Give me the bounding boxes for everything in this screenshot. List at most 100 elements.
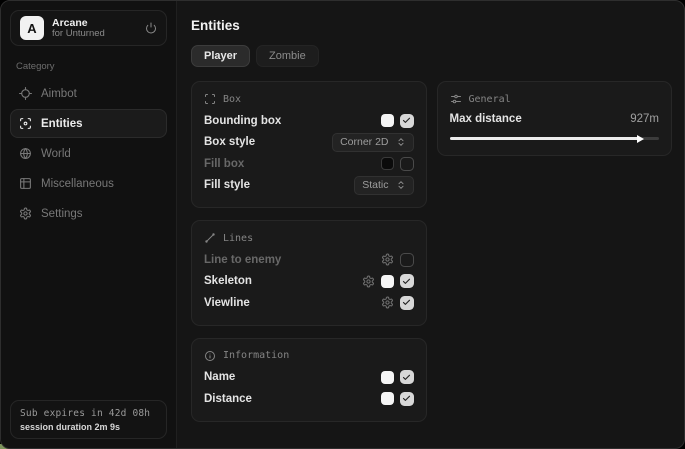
crosshair-icon bbox=[19, 87, 32, 100]
row-name: Name bbox=[204, 367, 414, 389]
box-select-icon bbox=[204, 93, 216, 105]
left-column: Box Bounding box Box style Corne bbox=[191, 81, 427, 422]
viewline-label: Viewline bbox=[204, 297, 250, 309]
lines-card-title: Lines bbox=[223, 233, 253, 244]
power-icon[interactable] bbox=[145, 22, 157, 34]
logo-card: A Arcane for Unturned bbox=[10, 10, 167, 46]
sidebar-item-label: Settings bbox=[41, 208, 83, 220]
arcane-window: A Arcane for Unturned Category Aimbot En… bbox=[0, 0, 685, 449]
general-card-title: General bbox=[469, 94, 511, 105]
sidebar: A Arcane for Unturned Category Aimbot En… bbox=[1, 1, 177, 448]
globe-icon bbox=[19, 147, 32, 160]
logo-text: Arcane for Unturned bbox=[52, 17, 105, 40]
right-column: General Max distance 927m bbox=[437, 81, 673, 156]
content-columns: Box Bounding box Box style Corne bbox=[191, 81, 672, 422]
fill-style-label: Fill style bbox=[204, 179, 250, 191]
distance-checkbox[interactable] bbox=[400, 392, 414, 406]
sidebar-item-world[interactable]: World bbox=[10, 139, 167, 168]
name-color-swatch[interactable] bbox=[381, 371, 394, 384]
category-label: Category bbox=[16, 61, 161, 72]
fill-style-dropdown[interactable]: Static bbox=[354, 176, 413, 195]
information-card-title: Information bbox=[223, 350, 289, 361]
bounding-box-color-swatch[interactable] bbox=[381, 114, 394, 127]
sidebar-item-label: Entities bbox=[41, 118, 83, 130]
sidebar-item-entities[interactable]: Entities bbox=[10, 109, 167, 138]
sub-expires-text: Sub expires in 42d 08h bbox=[20, 408, 157, 419]
tab-player[interactable]: Player bbox=[191, 45, 250, 67]
viewline-settings-gear-icon[interactable] bbox=[381, 296, 394, 309]
name-checkbox[interactable] bbox=[400, 370, 414, 384]
chevrons-up-down-icon bbox=[396, 180, 406, 190]
check-icon bbox=[402, 116, 411, 125]
tab-zombie[interactable]: Zombie bbox=[256, 45, 319, 67]
main-panel: Entities Player Zombie Box Bounding box bbox=[177, 1, 684, 448]
distance-label: Distance bbox=[204, 393, 252, 405]
max-distance-slider-thumb[interactable] bbox=[637, 135, 644, 143]
bounding-box-label: Bounding box bbox=[204, 115, 281, 127]
line-icon bbox=[204, 232, 216, 244]
row-skeleton: Skeleton bbox=[204, 271, 414, 293]
skeleton-settings-gear-icon[interactable] bbox=[362, 275, 375, 288]
row-fill-style: Fill style Static bbox=[204, 175, 414, 197]
scan-box-icon bbox=[19, 117, 32, 130]
sidebar-item-aimbot[interactable]: Aimbot bbox=[10, 79, 167, 108]
check-icon bbox=[402, 373, 411, 382]
row-bounding-box: Bounding box bbox=[204, 110, 414, 132]
sidebar-item-miscellaneous[interactable]: Miscellaneous bbox=[10, 169, 167, 198]
lines-card: Lines Line to enemy Skeleton bbox=[191, 220, 427, 326]
gear-icon bbox=[19, 207, 32, 220]
row-fill-box: Fill box bbox=[204, 153, 414, 175]
box-card: Box Bounding box Box style Corne bbox=[191, 81, 427, 208]
sidebar-nav: Aimbot Entities World Miscellaneous Sett… bbox=[10, 79, 167, 228]
box-card-title: Box bbox=[223, 94, 241, 105]
chevrons-up-down-icon bbox=[396, 137, 406, 147]
entity-tabs: Player Zombie bbox=[191, 45, 672, 67]
layout-grid-icon bbox=[19, 177, 32, 190]
sidebar-item-label: World bbox=[41, 148, 71, 160]
box-card-header: Box bbox=[204, 93, 414, 105]
check-icon bbox=[402, 277, 411, 286]
app-logo: A bbox=[20, 16, 44, 40]
row-max-distance: Max distance 927m bbox=[450, 110, 660, 128]
row-distance: Distance bbox=[204, 388, 414, 410]
check-icon bbox=[402, 298, 411, 307]
box-style-label: Box style bbox=[204, 136, 255, 148]
max-distance-slider[interactable] bbox=[450, 137, 660, 140]
viewline-checkbox[interactable] bbox=[400, 296, 414, 310]
fill-box-color-swatch[interactable] bbox=[381, 157, 394, 170]
subscription-status-card: Sub expires in 42d 08h session duration … bbox=[10, 400, 167, 439]
fill-box-checkbox[interactable] bbox=[400, 157, 414, 171]
box-style-dropdown[interactable]: Corner 2D bbox=[332, 133, 413, 152]
sliders-icon bbox=[450, 93, 462, 105]
bounding-box-checkbox[interactable] bbox=[400, 114, 414, 128]
row-line-to-enemy: Line to enemy bbox=[204, 249, 414, 271]
fill-box-label: Fill box bbox=[204, 158, 244, 170]
line-to-enemy-settings-gear-icon[interactable] bbox=[381, 253, 394, 266]
max-distance-slider-fill bbox=[450, 137, 641, 140]
app-subtitle: for Unturned bbox=[52, 29, 105, 40]
general-card-header: General bbox=[450, 93, 660, 105]
name-label: Name bbox=[204, 371, 235, 383]
check-icon bbox=[402, 394, 411, 403]
session-duration-text: session duration 2m 9s bbox=[20, 422, 157, 432]
max-distance-value: 927m bbox=[630, 113, 659, 125]
fill-style-value: Static bbox=[362, 179, 388, 191]
distance-color-swatch[interactable] bbox=[381, 392, 394, 405]
skeleton-color-swatch[interactable] bbox=[381, 275, 394, 288]
line-to-enemy-label: Line to enemy bbox=[204, 254, 281, 266]
skeleton-label: Skeleton bbox=[204, 275, 252, 287]
info-icon bbox=[204, 350, 216, 362]
sidebar-item-label: Aimbot bbox=[41, 88, 77, 100]
sidebar-item-settings[interactable]: Settings bbox=[10, 199, 167, 228]
row-box-style: Box style Corner 2D bbox=[204, 132, 414, 154]
lines-card-header: Lines bbox=[204, 232, 414, 244]
sidebar-item-label: Miscellaneous bbox=[41, 178, 114, 190]
row-viewline: Viewline bbox=[204, 292, 414, 314]
information-card-header: Information bbox=[204, 350, 414, 362]
information-card: Information Name Distance bbox=[191, 338, 427, 422]
max-distance-label: Max distance bbox=[450, 113, 522, 125]
line-to-enemy-checkbox[interactable] bbox=[400, 253, 414, 267]
box-style-value: Corner 2D bbox=[340, 136, 388, 148]
page-title: Entities bbox=[191, 18, 672, 33]
skeleton-checkbox[interactable] bbox=[400, 274, 414, 288]
